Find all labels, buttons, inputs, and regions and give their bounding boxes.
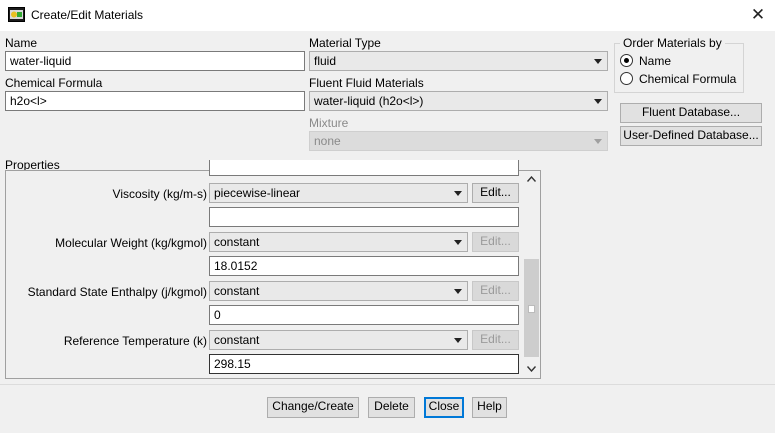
radio-order-name-label[interactable]: Name: [639, 54, 671, 68]
order-materials-label: Order Materials by: [620, 36, 725, 50]
chevron-down-icon: [594, 59, 602, 64]
chemical-formula-label: Chemical Formula: [5, 76, 103, 90]
footer-divider: [0, 384, 775, 385]
reference-temperature-edit-button: Edit...: [472, 330, 519, 350]
viscosity-value-input[interactable]: [209, 207, 519, 227]
close-window-icon[interactable]: ✕: [744, 3, 772, 27]
standard-state-enthalpy-method-value: constant: [214, 284, 260, 298]
molecular-weight-label: Molecular Weight (kg/kgmol): [55, 236, 207, 250]
viscosity-edit-button[interactable]: Edit...: [472, 183, 519, 203]
viscosity-method-value: piecewise-linear: [214, 186, 301, 200]
mixture-dropdown: none: [309, 131, 608, 151]
mixture-label: Mixture: [309, 116, 349, 130]
molecular-weight-method-value: constant: [214, 235, 260, 249]
fluent-database-button[interactable]: Fluent Database...: [620, 103, 762, 123]
properties-partial-field[interactable]: [209, 160, 519, 176]
radio-selected-dot: [624, 58, 629, 63]
app-icon: [8, 7, 25, 22]
material-type-value: fluid: [314, 54, 337, 68]
chevron-down-icon: [454, 191, 462, 196]
fluent-fluid-materials-label: Fluent Fluid Materials: [309, 76, 424, 90]
chevron-down-icon: [594, 139, 602, 144]
radio-order-name[interactable]: [620, 54, 633, 67]
mixture-value: none: [314, 134, 341, 148]
reference-temperature-label: Reference Temperature (k): [63, 334, 207, 348]
reference-temperature-method-value: constant: [214, 333, 260, 347]
fluent-fluid-materials-dropdown[interactable]: water-liquid (h2o<l>): [309, 91, 608, 111]
reference-temperature-method-dropdown[interactable]: constant: [209, 330, 468, 350]
change-create-button[interactable]: Change/Create: [267, 397, 359, 418]
molecular-weight-edit-button: Edit...: [472, 232, 519, 252]
title-bar: Create/Edit Materials ✕: [0, 0, 775, 31]
reference-temperature-value-input[interactable]: 298.15: [209, 354, 519, 374]
scroll-up-icon[interactable]: [527, 176, 536, 182]
viscosity-method-dropdown[interactable]: piecewise-linear: [209, 183, 468, 203]
close-button[interactable]: Close: [424, 397, 464, 418]
scroll-grip-icon: [528, 305, 535, 313]
chevron-down-icon: [454, 338, 462, 343]
chevron-down-icon: [594, 99, 602, 104]
standard-state-enthalpy-method-dropdown[interactable]: constant: [209, 281, 468, 301]
standard-state-enthalpy-label: Standard State Enthalpy (j/kgmol): [27, 285, 207, 299]
fluent-fluid-materials-value: water-liquid (h2o<l>): [314, 94, 424, 108]
molecular-weight-value-input[interactable]: 18.0152: [209, 256, 519, 276]
scroll-down-icon[interactable]: [527, 366, 536, 372]
user-defined-database-button[interactable]: User-Defined Database...: [620, 126, 762, 146]
viscosity-label: Viscosity (kg/m-s): [112, 187, 207, 201]
delete-button[interactable]: Delete: [368, 397, 415, 418]
chemical-formula-input[interactable]: h2o<l>: [5, 91, 305, 111]
properties-scrollbar[interactable]: [523, 171, 540, 378]
standard-state-enthalpy-value-input[interactable]: 0: [209, 305, 519, 325]
radio-order-formula-label[interactable]: Chemical Formula: [639, 72, 736, 86]
standard-state-enthalpy-edit-button: Edit...: [472, 281, 519, 301]
help-button[interactable]: Help: [472, 397, 507, 418]
molecular-weight-method-dropdown[interactable]: constant: [209, 232, 468, 252]
material-type-dropdown[interactable]: fluid: [309, 51, 608, 71]
chevron-down-icon: [454, 289, 462, 294]
radio-order-formula[interactable]: [620, 72, 633, 85]
material-type-label: Material Type: [309, 36, 381, 50]
name-label: Name: [5, 36, 38, 50]
window-title: Create/Edit Materials: [31, 8, 144, 22]
chevron-down-icon: [454, 240, 462, 245]
name-input[interactable]: water-liquid: [5, 51, 305, 71]
